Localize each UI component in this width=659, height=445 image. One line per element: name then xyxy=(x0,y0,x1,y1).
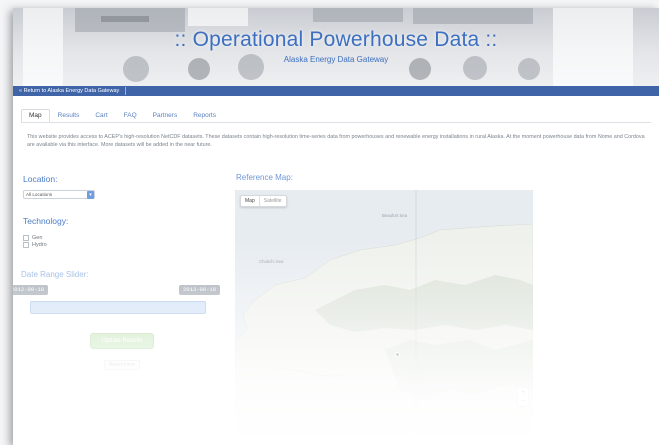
chevron-down-icon[interactable]: ▾ xyxy=(87,191,94,199)
gen-checkbox[interactable] xyxy=(23,235,29,241)
map-label-beaufort: Beaufort Sea xyxy=(382,213,408,218)
tab-cart[interactable]: Cart xyxy=(87,109,115,123)
tab-faq[interactable]: FAQ xyxy=(116,109,145,123)
header-banner: :: Operational Powerhouse Data :: Alaska… xyxy=(13,8,659,88)
return-bar: « Return to Alaska Energy Data Gateway xyxy=(13,86,659,96)
map-view-button[interactable]: Map xyxy=(241,196,259,206)
map-marker-icon[interactable] xyxy=(395,352,400,357)
hydro-label: Hydro xyxy=(32,242,47,248)
banner-photo-panel xyxy=(313,8,403,22)
page-subtitle: Alaska Energy Data Gateway xyxy=(283,55,389,64)
tab-reports[interactable]: Reports xyxy=(185,109,224,123)
banner-photo-panel xyxy=(413,8,533,24)
start-date-handle[interactable]: 2012-09-18 xyxy=(13,285,49,295)
end-date-handle[interactable]: 2013-09-18 xyxy=(179,285,221,295)
zoom-out-button[interactable]: − xyxy=(518,397,528,406)
return-to-gateway-link[interactable]: « Return to Alaska Energy Data Gateway xyxy=(16,87,127,95)
page-sheet: :: Operational Powerhouse Data :: Alaska… xyxy=(13,8,659,445)
intro-text: This website provides access to ACEP's h… xyxy=(27,134,645,148)
tab-map[interactable]: Map xyxy=(21,109,50,123)
satellite-view-button[interactable]: Satellite xyxy=(258,196,286,206)
page-title: :: Operational Powerhouse Data :: xyxy=(174,28,498,51)
tab-divider xyxy=(21,122,651,123)
map-label-chukchi: Chukchi Sea xyxy=(259,259,284,264)
banner-photo-panel xyxy=(101,16,149,22)
tab-bar: Map Results Cart FAQ Partners Reports xyxy=(21,109,224,123)
reference-map[interactable]: Map Satellite Beaufort Sea Chukchi Sea +… xyxy=(235,190,533,445)
map-type-toggle: Map Satellite xyxy=(240,195,287,207)
update-results-button[interactable]: Update Results xyxy=(90,333,154,349)
gen-label: Gen xyxy=(32,235,43,241)
reset-form-button[interactable]: Reset Form xyxy=(104,360,140,370)
tab-partners[interactable]: Partners xyxy=(145,109,186,123)
location-select[interactable]: All Locations xyxy=(23,190,95,199)
hydro-checkbox[interactable] xyxy=(23,242,29,248)
location-label: Location: xyxy=(23,174,58,184)
technology-option-gen[interactable]: Gen xyxy=(23,235,42,241)
alaska-map-graphic xyxy=(235,190,533,445)
reference-map-label: Reference Map: xyxy=(236,173,293,182)
date-range-slider[interactable] xyxy=(30,301,206,314)
zoom-control: + − xyxy=(518,388,528,406)
tab-results[interactable]: Results xyxy=(50,109,88,123)
zoom-in-button[interactable]: + xyxy=(518,388,528,397)
technology-option-hydro[interactable]: Hydro xyxy=(23,242,47,248)
technology-label: Technology: xyxy=(23,216,69,226)
banner-photo-panel xyxy=(188,8,248,26)
date-range-label: Date Range Slider: xyxy=(21,270,89,279)
